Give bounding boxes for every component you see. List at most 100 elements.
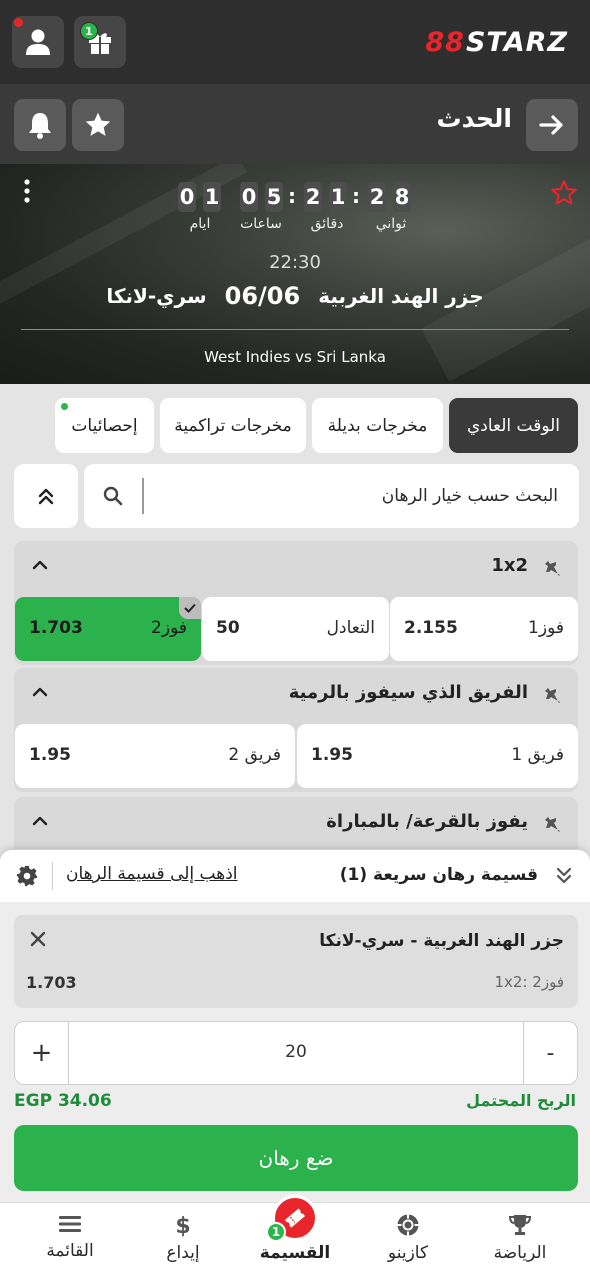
countdown-seconds-digit: 8 bbox=[393, 182, 411, 212]
nav-casino[interactable]: كازينو bbox=[353, 1213, 463, 1263]
search-input[interactable]: البحث حسب خيار الرهان bbox=[84, 464, 579, 528]
bet-match: جزر الهند الغربية - سري-لانكا bbox=[319, 931, 564, 951]
countdown-hours-label: ساعات bbox=[240, 216, 282, 232]
odd-button-team2[interactable]: فريق 2 1.95 bbox=[15, 724, 295, 788]
goto-betslip-link[interactable]: اذهب إلى قسيمة الرهان bbox=[66, 864, 238, 884]
team-away: سري-لانكا bbox=[106, 284, 207, 308]
nav-label: كازينو bbox=[387, 1243, 429, 1263]
pin-icon[interactable] bbox=[536, 809, 562, 835]
market-header-toss-match-winner[interactable]: يفوز بالقرعة/ بالمباراة bbox=[14, 797, 578, 849]
top-bar: 1 88 STARZ bbox=[0, 0, 590, 84]
pin-icon[interactable] bbox=[536, 553, 562, 579]
odd-label: فريق 2 bbox=[228, 745, 281, 765]
match-time: 22:30 bbox=[269, 252, 321, 273]
odd-label: فوز2 bbox=[151, 618, 187, 638]
match-line: جزر الهند الغربية 06/06 سري-لانكا bbox=[0, 282, 590, 310]
arrow-right-icon bbox=[539, 115, 563, 135]
match-date: 06/06 bbox=[224, 282, 301, 310]
countdown-hours-digit: 5 bbox=[265, 182, 283, 212]
team-home: جزر الهند الغربية bbox=[318, 284, 484, 308]
tab-statistics[interactable]: إحصائيات bbox=[55, 398, 154, 453]
pin-icon[interactable] bbox=[536, 680, 562, 706]
profile-button[interactable] bbox=[12, 16, 64, 68]
event-title-bar: الحدث bbox=[0, 84, 590, 164]
nav-label: القائمة bbox=[46, 1241, 94, 1261]
potential-win-label: الربح المحتمل bbox=[466, 1091, 576, 1110]
tab-alternative-outcomes[interactable]: مخرجات بديلة bbox=[312, 398, 443, 453]
potential-win-value: EGP 34.06 bbox=[14, 1091, 112, 1111]
decrease-stake-button[interactable]: - bbox=[523, 1022, 577, 1084]
hero-divider bbox=[21, 329, 569, 330]
odd-label: التعادل bbox=[326, 618, 375, 638]
betslip-count-badge: 1 bbox=[266, 1222, 286, 1242]
nav-label: القسيمة bbox=[259, 1243, 331, 1263]
back-button[interactable] bbox=[526, 99, 578, 151]
tab-statistics-label: إحصائيات bbox=[71, 415, 138, 436]
tab-regular-time[interactable]: الوقت العادي bbox=[449, 398, 578, 453]
notifications-button[interactable] bbox=[14, 99, 66, 151]
favorite-star-icon[interactable] bbox=[550, 179, 578, 207]
ticket-icon bbox=[284, 1208, 306, 1228]
favorite-button[interactable] bbox=[72, 99, 124, 151]
user-icon bbox=[26, 29, 50, 55]
settings-gear-icon[interactable] bbox=[16, 865, 38, 887]
place-bet-button[interactable]: ضع رهان bbox=[14, 1125, 578, 1191]
odd-button-team1[interactable]: فريق 1 1.95 bbox=[297, 724, 578, 788]
market-body-toss-winner: فريق 1 1.95 فريق 2 1.95 bbox=[14, 720, 578, 792]
hamburger-menu-icon bbox=[59, 1216, 81, 1232]
betslip-header: قسيمة رهان سريعة (1) اذهب إلى قسيمة الره… bbox=[0, 850, 590, 902]
odd-button-win1[interactable]: فوز1 2.155 bbox=[390, 597, 578, 661]
nav-menu[interactable]: القائمة bbox=[15, 1213, 125, 1261]
match-subtitle: West Indies vs Sri Lanka bbox=[204, 348, 386, 366]
nav-betslip[interactable]: 1 القسيمة bbox=[250, 1195, 340, 1263]
countdown-minutes-label: دقائق bbox=[310, 216, 344, 232]
market-title: يفوز بالقرعة/ بالمباراة bbox=[326, 811, 528, 832]
market-title: 1x2 bbox=[491, 555, 528, 576]
starz-logo[interactable]: 88 STARZ bbox=[425, 26, 568, 58]
odd-value: 1.95 bbox=[311, 745, 353, 765]
trophy-icon bbox=[508, 1215, 532, 1235]
odd-value: 2.155 bbox=[404, 618, 458, 638]
odd-label: فريق 1 bbox=[511, 745, 564, 765]
nav-label: الرياضة bbox=[493, 1243, 547, 1263]
market-header-toss-winner[interactable]: الفريق الذي سيفوز بالرمية bbox=[14, 668, 578, 720]
bottom-navigation: الرياضة كازينو 1 القسيمة $ إيداع القائمة bbox=[0, 1195, 590, 1280]
close-icon[interactable] bbox=[28, 929, 48, 949]
stake-input[interactable]: 20 bbox=[69, 1042, 523, 1062]
odd-button-win2[interactable]: فوز2 1.703 bbox=[15, 597, 201, 661]
countdown-hours-digit: 0 bbox=[240, 182, 258, 212]
chevron-up-icon[interactable] bbox=[30, 557, 50, 571]
odd-value: 1.703 bbox=[29, 618, 83, 638]
countdown-seconds-digit: 2 bbox=[368, 182, 386, 212]
svg-text:$: $ bbox=[175, 1214, 190, 1237]
odd-value: 1.95 bbox=[29, 745, 71, 765]
double-chevron-up-icon bbox=[38, 488, 54, 505]
bet-market: 1x2: فوز2 bbox=[494, 973, 564, 991]
countdown-minutes-digit: 1 bbox=[329, 182, 347, 212]
double-chevron-down-icon[interactable] bbox=[554, 865, 574, 887]
gift-button[interactable]: 1 bbox=[74, 16, 126, 68]
nav-deposit[interactable]: $ إيداع bbox=[128, 1213, 238, 1263]
more-options-icon[interactable] bbox=[20, 178, 34, 206]
collapse-all-button[interactable] bbox=[14, 464, 78, 528]
chevron-up-icon[interactable] bbox=[30, 813, 50, 827]
increase-stake-button[interactable]: + bbox=[15, 1022, 69, 1084]
notification-dot bbox=[14, 18, 23, 27]
chevron-up-icon[interactable] bbox=[30, 684, 50, 698]
countdown-days-label: ايام bbox=[189, 216, 211, 232]
header-separator bbox=[52, 862, 53, 890]
betslip-circle: 1 bbox=[266, 1195, 318, 1242]
star-icon bbox=[85, 112, 111, 136]
page-title: الحدث bbox=[436, 104, 512, 133]
countdown-separator: : bbox=[288, 184, 296, 208]
logo-text: STARZ bbox=[465, 26, 568, 58]
market-header-1x2[interactable]: 1x2 bbox=[14, 541, 578, 593]
nav-sports[interactable]: الرياضة bbox=[465, 1213, 575, 1263]
odd-value: 50 bbox=[216, 618, 240, 638]
new-indicator-dot bbox=[61, 403, 68, 410]
tab-cumulative-outcomes[interactable]: مخرجات تراكمية bbox=[160, 398, 306, 453]
bet-odds: 1.703 bbox=[26, 973, 77, 992]
market-title: الفريق الذي سيفوز بالرمية bbox=[288, 682, 528, 703]
odd-button-draw[interactable]: التعادل 50 bbox=[202, 597, 389, 661]
search-icon[interactable] bbox=[103, 486, 123, 506]
